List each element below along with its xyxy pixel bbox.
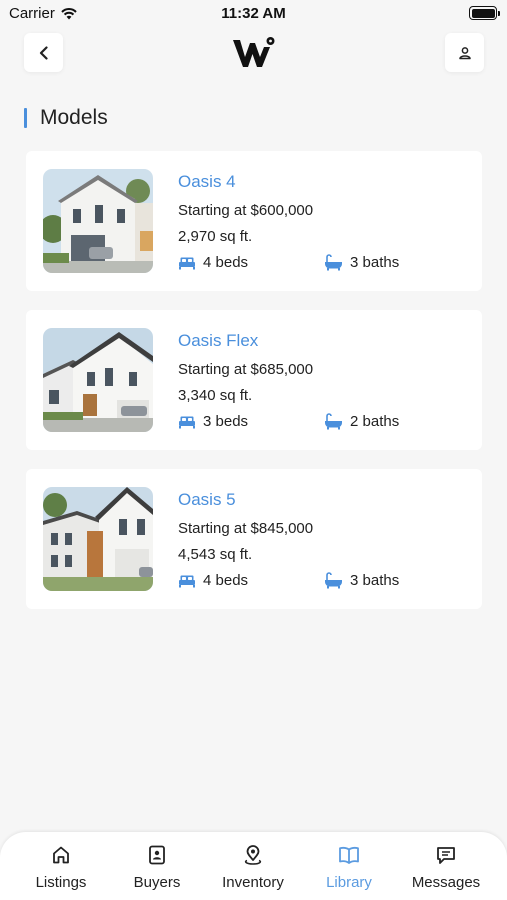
status-time: 11:32 AM [221,5,286,22]
baths-label: 3 baths [350,572,400,589]
tab-buyers[interactable]: Buyers [107,840,207,896]
tab-label: Listings [35,874,87,891]
tab-library[interactable]: Library [299,840,399,896]
tab-messages[interactable]: Messages [396,840,496,896]
chat-bubble-icon [437,847,455,864]
tab-label: Inventory [222,874,284,891]
tab-label: Buyers [133,874,181,891]
bed-icon [179,575,195,587]
battery-icon [469,6,500,20]
tab-label: Messages [411,874,481,891]
model-size: 4,543 sq ft. [178,546,253,563]
open-book-icon [339,846,359,864]
beds-label: 4 beds [203,572,249,589]
bed-icon [179,257,195,269]
baths-label: 3 baths [350,254,400,271]
model-photo-oasis-5 [43,487,153,591]
home-icon [53,846,69,864]
model-baths: 2 baths [324,413,399,430]
model-size: 3,340 sq ft. [178,387,253,404]
model-beds: 4 beds [178,572,248,589]
model-card[interactable]: Oasis 4 Starting at $600,000 2,970 sq ft… [26,151,482,291]
tab-listings[interactable]: Listings [11,840,111,896]
model-price: Starting at $845,000 [178,520,314,537]
page-title: Models [24,106,108,130]
page-title-text: Models [40,106,108,129]
model-beds: 4 beds [178,254,248,271]
beds-label: 3 beds [203,413,249,430]
model-beds: 3 beds [178,413,248,430]
map-pin-icon [244,845,262,865]
profile-button[interactable] [445,33,484,72]
bathtub-icon [325,413,342,430]
contact-card-icon [149,845,165,865]
model-name[interactable]: Oasis Flex [178,331,258,351]
bed-icon [179,416,195,428]
title-accent-bar [24,108,27,128]
beds-label: 4 beds [203,254,249,271]
bathtub-icon [325,254,342,271]
model-price: Starting at $685,000 [178,361,314,378]
model-baths: 3 baths [324,572,399,589]
chevron-left-icon [39,45,48,60]
bottom-tab-bar: Listings Buyers Inventory Library Messag… [0,832,507,900]
bathtub-icon [325,572,342,589]
back-button[interactable] [24,33,63,72]
status-bar: Carrier 11:32 AM [0,0,507,28]
model-card[interactable]: Oasis 5 Starting at $845,000 4,543 sq ft… [26,469,482,609]
tab-inventory[interactable]: Inventory [203,840,303,896]
model-name[interactable]: Oasis 5 [178,490,236,510]
brand-logo [233,37,275,67]
model-card[interactable]: Oasis Flex Starting at $685,000 3,340 sq… [26,310,482,450]
user-icon [458,46,471,59]
baths-label: 2 baths [350,413,400,430]
model-baths: 3 baths [324,254,399,271]
model-price: Starting at $600,000 [178,202,314,219]
tab-label: Library [326,874,372,891]
model-name[interactable]: Oasis 4 [178,172,236,192]
model-size: 2,970 sq ft. [178,228,253,245]
model-photo-oasis-4 [43,169,153,273]
model-photo-oasis-flex [43,328,153,432]
